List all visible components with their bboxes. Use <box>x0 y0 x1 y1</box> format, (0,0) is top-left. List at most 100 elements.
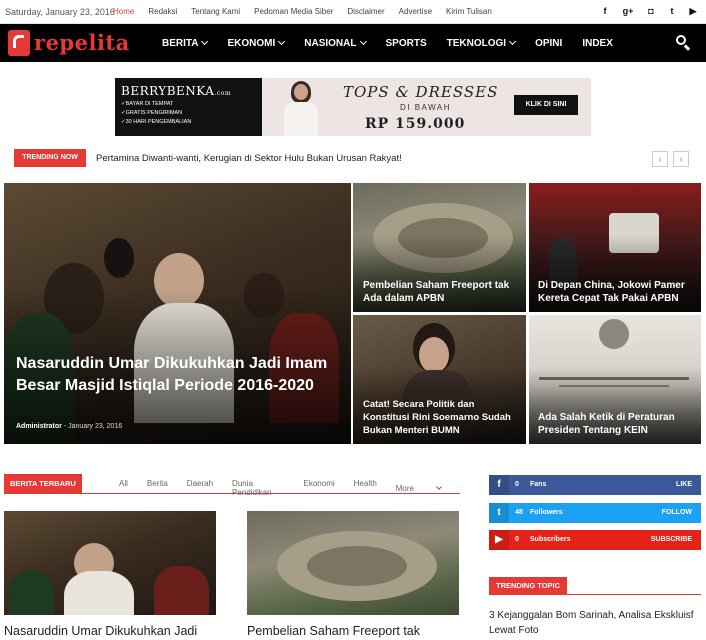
nav-menu: BERITA EKONOMI NASIONAL SPORTS TEKNOLOGI… <box>162 24 633 62</box>
top-links: Home Redaksi Tentang Kami Pedoman Media … <box>113 7 506 16</box>
counter-label: Fans <box>530 481 547 488</box>
youtube-counter[interactable]: ▶ 0 Subscribers SUBSCRIBE <box>489 530 701 550</box>
top-bar: Saturday, January 23, 2016 Home Redaksi … <box>0 0 706 24</box>
youtube-icon: ▶ <box>489 530 509 550</box>
top-social-links: f g+ ◘ t ▶ <box>600 6 698 16</box>
news-card[interactable]: Pembelian Saham Freeport tak <box>247 511 459 638</box>
trending-now-bar: TRENDING NOW Pertamina Diwanti-wanti, Ke… <box>14 149 692 169</box>
google-plus-icon[interactable]: g+ <box>621 6 635 16</box>
news-card-image[interactable] <box>247 511 459 615</box>
counter-label: Subscribers <box>530 536 571 543</box>
top-link-redaksi[interactable]: Redaksi <box>148 7 177 16</box>
ad-brand: BERRYBENKA.com <box>121 84 232 98</box>
search-icon[interactable] <box>676 35 692 51</box>
featured-post-title[interactable]: Di Depan China, Jokowi Pamer Kereta Cepa… <box>538 279 693 305</box>
nav-item-label: INDEX <box>582 37 613 49</box>
facebook-counter[interactable]: f 0 Fans LIKE <box>489 475 701 495</box>
current-date: Saturday, January 23, 2016 <box>5 7 115 17</box>
trending-now-label: TRENDING NOW <box>14 149 86 167</box>
nav-item-sports[interactable]: SPORTS <box>386 38 427 49</box>
nav-item-teknologi[interactable]: TEKNOLOGI <box>446 37 517 49</box>
facebook-icon[interactable]: f <box>600 6 610 16</box>
nav-item-berita[interactable]: BERITA <box>162 37 209 49</box>
news-card-image[interactable] <box>4 511 216 615</box>
counter-value: 48 <box>515 509 523 516</box>
section-label: TRENDING TOPIC <box>489 577 568 595</box>
ad-perk: GRATIS PENGIRIMAN <box>121 109 191 118</box>
trending-now-headline[interactable]: Pertamina Diwanti-wanti, Kerugian di Sek… <box>96 153 402 164</box>
logo-text: repelita <box>34 30 130 55</box>
logo-mark-icon <box>8 30 30 56</box>
top-link-pedoman-media-siber[interactable]: Pedoman Media Siber <box>254 7 333 16</box>
like-button[interactable]: LIKE <box>676 481 692 488</box>
news-card-title[interactable]: Pembelian Saham Freeport tak <box>247 624 459 638</box>
tab-more-label: More <box>395 483 414 493</box>
trending-topic-item[interactable]: 3 Kejanggalan Bom Sarinah, Analisa Ekskl… <box>489 608 701 638</box>
top-link-home[interactable]: Home <box>113 7 134 16</box>
nav-item-label: TEKNOLOGI <box>446 37 507 49</box>
ad-perk: 30 HARI PENGEMBALIAN <box>121 118 192 127</box>
tab-daerah[interactable]: Daerah <box>187 479 213 497</box>
section-label: BERITA TERBARU <box>4 474 82 494</box>
news-card-title[interactable]: Nasaruddin Umar Dikukuhkan Jadi <box>4 624 216 638</box>
nav-item-ekonomi[interactable]: EKONOMI <box>227 37 286 49</box>
chevron-down-icon <box>201 37 209 46</box>
nav-item-label: SPORTS <box>385 37 427 49</box>
tab-health[interactable]: Health <box>354 479 377 497</box>
top-link-kirim-tulisan[interactable]: Kirim Tulisan <box>446 7 492 16</box>
featured-post-title[interactable]: Pembelian Saham Freeport tak Ada dalam A… <box>363 279 518 305</box>
ad-brand-panel: BERRYBENKA.com BAYAR DI TEMPAT GRATIS PE… <box>115 78 262 136</box>
featured-post[interactable]: Catat! Secara Politik dan Konstitusi Rin… <box>353 315 526 444</box>
counter-value: 0 <box>515 536 519 543</box>
featured-post-title[interactable]: Ada Salah Ketik di Peraturan Presiden Te… <box>538 411 698 437</box>
featured-main-post[interactable]: Nasaruddin Umar Dikukuhkan Jadi Imam Bes… <box>4 183 351 444</box>
featured-post[interactable]: Pembelian Saham Freeport tak Ada dalam A… <box>353 183 526 312</box>
next-arrow-icon[interactable]: › <box>673 151 689 167</box>
follow-button[interactable]: FOLLOW <box>662 509 692 516</box>
featured-post-title[interactable]: Catat! Secara Politik dan Konstitusi Rin… <box>363 398 523 437</box>
tab-berita[interactable]: Berita <box>147 479 168 497</box>
category-tabs: All Berita Daerah Dunia Pendidikan Ekono… <box>119 479 460 497</box>
ad-headline: TOPS & DRESSES <box>343 83 499 101</box>
top-link-disclaimer[interactable]: Disclaimer <box>347 7 384 16</box>
berita-terbaru-header: BERITA TERBARU All Berita Daerah Dunia P… <box>4 474 460 497</box>
ad-perks: BAYAR DI TEMPAT GRATIS PENGIRIMAN 30 HAR… <box>121 100 192 127</box>
subscribe-button[interactable]: SUBSCRIBE <box>651 536 692 543</box>
featured-post[interactable]: Ada Salah Ketik di Peraturan Presiden Te… <box>529 315 701 444</box>
ad-banner[interactable]: BERRYBENKA.com BAYAR DI TEMPAT GRATIS PE… <box>115 78 591 136</box>
ad-model-image <box>272 78 332 136</box>
top-link-advertise[interactable]: Advertise <box>399 7 432 16</box>
main-nav: repelita BERITA EKONOMI NASIONAL SPORTS … <box>0 24 706 62</box>
featured-main-meta: Administrator - January 23, 2016 <box>16 423 123 430</box>
chevron-down-icon <box>509 37 517 46</box>
youtube-icon[interactable]: ▶ <box>688 6 698 16</box>
tab-all[interactable]: All <box>119 479 128 497</box>
instagram-icon[interactable]: ◘ <box>646 6 656 16</box>
counter-label: Followers <box>530 509 563 516</box>
featured-main-title[interactable]: Nasaruddin Umar Dikukuhkan Jadi Imam Bes… <box>16 353 336 397</box>
nav-item-nasional[interactable]: NASIONAL <box>304 37 367 49</box>
nav-item-label: OPINI <box>535 37 563 49</box>
tab-ekonomi[interactable]: Ekonomi <box>304 479 335 497</box>
top-link-tentang-kami[interactable]: Tentang Kami <box>191 7 240 16</box>
featured-post[interactable]: Di Depan China, Jokowi Pamer Kereta Cepa… <box>529 183 701 312</box>
ad-cta-button[interactable]: KLIK DI SINI <box>514 95 578 115</box>
counter-value: 0 <box>515 481 519 488</box>
nav-item-opini[interactable]: OPINI <box>535 38 562 49</box>
nav-item-index[interactable]: INDEX <box>582 38 613 49</box>
post-date: January 23, 2016 <box>68 423 123 430</box>
nav-item-label: EKONOMI <box>227 37 276 49</box>
nav-item-label: NASIONAL <box>304 37 357 49</box>
tab-dunia-pendidikan[interactable]: Dunia Pendidikan <box>232 479 284 497</box>
facebook-icon: f <box>489 475 509 495</box>
news-card[interactable]: Nasaruddin Umar Dikukuhkan Jadi <box>4 511 216 638</box>
site-logo[interactable]: repelita <box>8 30 129 56</box>
tab-more[interactable]: More <box>395 479 442 497</box>
ad-price: RP 159.000 <box>365 116 466 132</box>
twitter-counter[interactable]: t 48 Followers FOLLOW <box>489 503 701 523</box>
chevron-down-icon <box>278 37 286 46</box>
prev-arrow-icon[interactable]: ‹ <box>652 151 668 167</box>
nav-item-label: BERITA <box>162 37 199 49</box>
author-name[interactable]: Administrator <box>16 423 62 430</box>
twitter-icon[interactable]: t <box>667 6 677 16</box>
